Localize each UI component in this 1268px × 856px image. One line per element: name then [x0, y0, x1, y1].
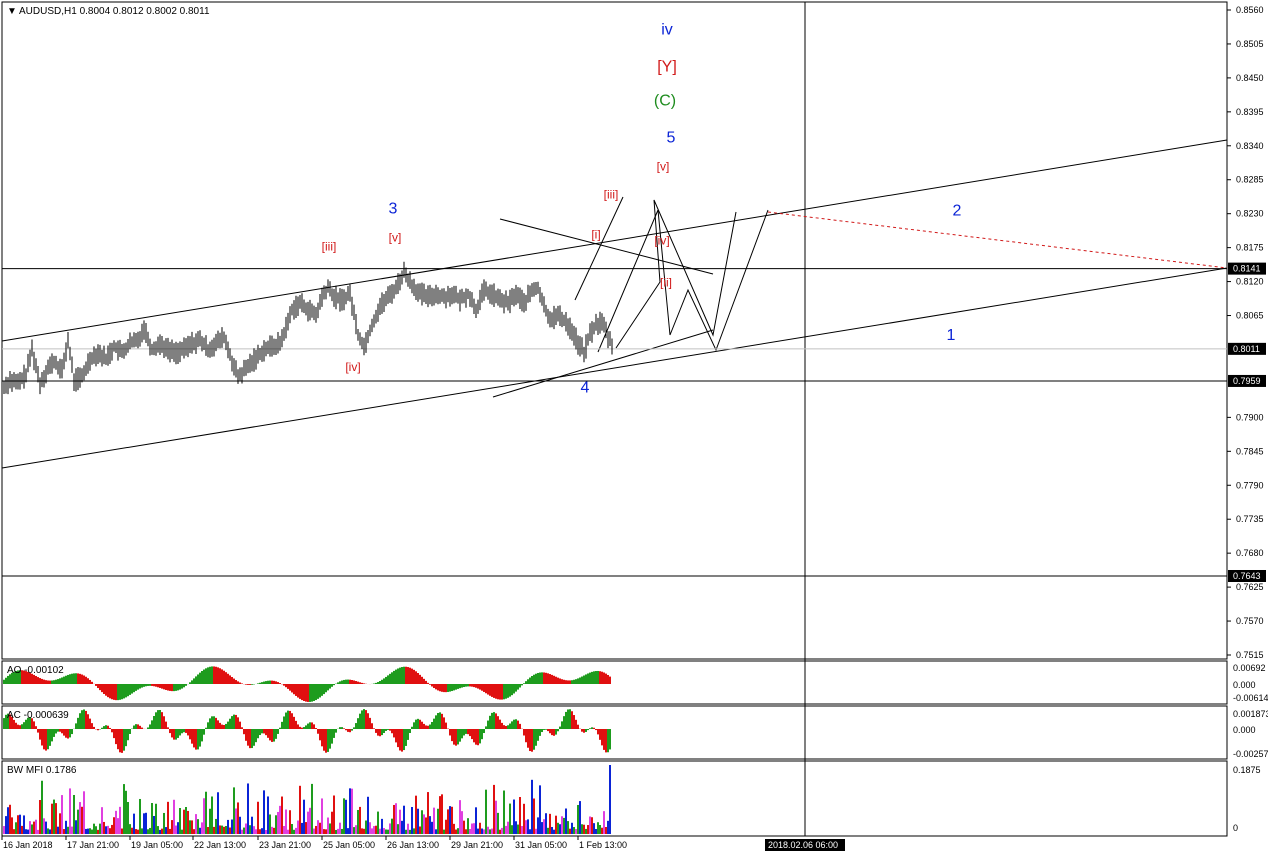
- time-tick-label: 22 Jan 13:00: [194, 840, 246, 850]
- time-tick-label: 19 Jan 05:00: [131, 840, 183, 850]
- price-label-boxed: 0.8141: [1233, 264, 1261, 274]
- price-tick-label: 0.7570: [1236, 616, 1264, 626]
- price-tick-label: 0.7900: [1236, 412, 1264, 422]
- time-tick-label: 26 Jan 13:00: [387, 840, 439, 850]
- indicator-tick-label: 0: [1233, 823, 1238, 833]
- time-axis: 16 Jan 2018 17 Jan 21:00 19 Jan 05:00 22 Ja…: [1, 836, 845, 851]
- indicator-tick-label: -0.00257: [1233, 749, 1268, 759]
- time-tick-label: 1 Feb 13:00: [579, 840, 627, 850]
- wave-label: [iv]: [345, 360, 360, 374]
- wave-label: [iii]: [322, 240, 337, 254]
- wave-label: [v]: [389, 230, 402, 244]
- mfi-label: BW MFI 0.1786: [7, 765, 77, 776]
- wave-label: [iv]: [654, 234, 669, 248]
- ao-pane[interactable]: [1, 660, 1228, 705]
- indicator-tick-label: 0.1875: [1233, 765, 1261, 775]
- dropdown-triangle-icon[interactable]: ▼: [7, 6, 17, 17]
- wave-label: iv: [661, 22, 673, 39]
- price-tick-label: 0.8065: [1236, 311, 1264, 321]
- time-tick-label: 29 Jan 21:00: [451, 840, 503, 850]
- price-tick-label: 0.7790: [1236, 480, 1264, 490]
- price-tick-label: 0.7625: [1236, 582, 1264, 592]
- price-label-boxed: 0.8011: [1233, 344, 1260, 354]
- wave-label: (C): [654, 93, 676, 110]
- price-tick-label: 0.8230: [1236, 209, 1264, 219]
- wave-label: [iii]: [604, 187, 619, 201]
- price-tick-label: 0.8450: [1236, 73, 1264, 83]
- wave-label: 5: [667, 130, 676, 147]
- price-tick-label: 0.8340: [1236, 141, 1264, 151]
- price-tick-label: 0.7735: [1236, 514, 1264, 524]
- price-tick-label: 0.7680: [1236, 548, 1264, 558]
- indicator-tick-label: 0.000: [1233, 725, 1256, 735]
- chart-header: AUDUSD,H1 0.8004 0.8012 0.8002 0.8011: [19, 6, 210, 17]
- price-label-boxed: 0.7643: [1233, 571, 1261, 581]
- price-tick-label: 0.7515: [1236, 650, 1264, 660]
- time-tick-label: 17 Jan 21:00: [67, 840, 119, 850]
- price-axis: 0.8560 0.8505 0.8450 0.8395 0.8340 0.8285 0.82…: [1227, 5, 1266, 660]
- price-tick-label: 0.7845: [1236, 446, 1264, 456]
- ao-label: AO -0.00102: [7, 665, 64, 676]
- wave-label: [v]: [657, 159, 670, 173]
- wave-label: [Y]: [657, 59, 677, 76]
- wave-label: [ii]: [660, 276, 672, 290]
- time-tick-label: 31 Jan 05:00: [515, 840, 567, 850]
- indicator-tick-label: 0.00692: [1233, 663, 1266, 673]
- price-tick-label: 0.8505: [1236, 39, 1264, 49]
- price-tick-label: 0.8395: [1236, 107, 1264, 117]
- price-tick-label: 0.8285: [1236, 175, 1264, 185]
- time-tick-label: 25 Jan 05:00: [323, 840, 375, 850]
- indicator-tick-label: -0.00614: [1233, 693, 1268, 703]
- time-tick-label: 23 Jan 21:00: [259, 840, 311, 850]
- wave-label: 2: [953, 203, 962, 220]
- trading-chart[interactable]: iv [Y] (C) 5 [v] [iii] [i] [iv] [ii] 3 [iii] [v] [iv…: [0, 0, 1268, 856]
- ac-label: AC -0.000639: [7, 710, 69, 721]
- price-tick-label: 0.8120: [1236, 277, 1264, 287]
- wave-label: 3: [389, 201, 398, 218]
- time-tick-label: 16 Jan 2018: [3, 840, 53, 850]
- wave-label: 1: [947, 327, 956, 344]
- indicator-tick-label: 0.001873: [1233, 709, 1268, 719]
- price-label-boxed: 0.7959: [1233, 376, 1261, 386]
- wave-label: 4: [581, 380, 590, 397]
- wave-label: [i]: [591, 227, 600, 241]
- price-tick-label: 0.8175: [1236, 243, 1264, 253]
- cursor-time-label: 2018.02.06 06:00: [768, 840, 838, 850]
- main-price-pane[interactable]: [1, 1, 1228, 660]
- indicator-tick-label: 0.000: [1233, 680, 1256, 690]
- price-tick-label: 0.8560: [1236, 5, 1264, 15]
